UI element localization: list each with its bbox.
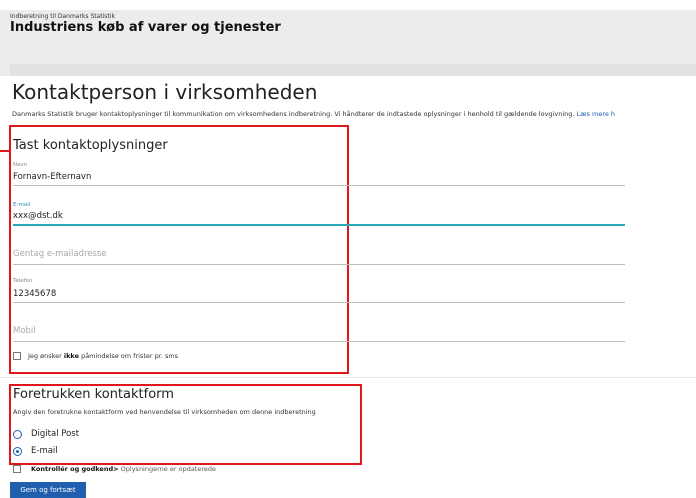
email-repeat-input[interactable]: Gentag e-mailadresse [13, 249, 107, 259]
radio-digital-post-label[interactable]: Digital Post [31, 429, 79, 439]
survey-title: Industriens køb af varer og tjenester [10, 20, 281, 35]
email-repeat-underline [13, 264, 625, 265]
sms-optout-suffix: påmindelse om frister pr. sms [81, 352, 179, 360]
confirm-status: Oplysningerne er opdaterede [120, 465, 217, 473]
name-underline [13, 185, 625, 186]
email-underline [13, 224, 625, 226]
phone-label: Telefon [13, 278, 33, 284]
preferred-section-title: Foretrukken kontaktform [13, 387, 174, 402]
save-continue-button[interactable]: Gem og fortsæt [10, 482, 86, 498]
confirm-link[interactable]: Kontrollér og godkend> [31, 465, 119, 473]
read-more-link[interactable]: Læs mere h [577, 110, 616, 118]
preferred-description: Angiv den foretrukne kontaktform ved hen… [13, 408, 316, 416]
mobile-input[interactable]: Mobil [13, 326, 36, 336]
email-label: E-mail [13, 202, 31, 208]
intro-body: Danmarks Statistik bruger kontaktoplysni… [12, 110, 575, 118]
sms-optout-label: Jeg ønsker ikke påmindelse om frister pr… [28, 352, 178, 360]
section-divider [0, 377, 696, 378]
email-input[interactable]: xxx@dst.dk [13, 211, 63, 221]
phone-underline [13, 302, 625, 303]
sms-optout-prefix: Jeg ønsker [28, 352, 62, 360]
name-input[interactable]: Fornavn-Efternavn [13, 172, 91, 182]
intro-text: Danmarks Statistik bruger kontaktoplysni… [12, 110, 696, 118]
name-label: Navn [13, 162, 28, 168]
radio-email-label[interactable]: E-mail [31, 446, 58, 456]
radio-digital-post[interactable] [13, 430, 22, 439]
phone-input[interactable]: 12345678 [13, 289, 56, 299]
sms-optout-emphasis: ikke [63, 352, 79, 360]
page-title: Kontaktperson i virksomheden [12, 80, 318, 104]
page-header: Indberetning til Danmarks Statistik Indu… [0, 10, 696, 76]
contact-section-title: Tast kontaktoplysninger [13, 138, 168, 153]
sms-optout-checkbox[interactable] [13, 352, 21, 360]
mobile-underline [13, 341, 625, 342]
confirm-label: Kontrollér og godkend> Oplysningerne er … [31, 465, 216, 473]
confirm-checkbox[interactable] [13, 465, 21, 473]
header-overline: Indberetning til Danmarks Statistik [10, 13, 115, 20]
header-strip [10, 64, 696, 76]
radio-email[interactable] [13, 447, 22, 456]
